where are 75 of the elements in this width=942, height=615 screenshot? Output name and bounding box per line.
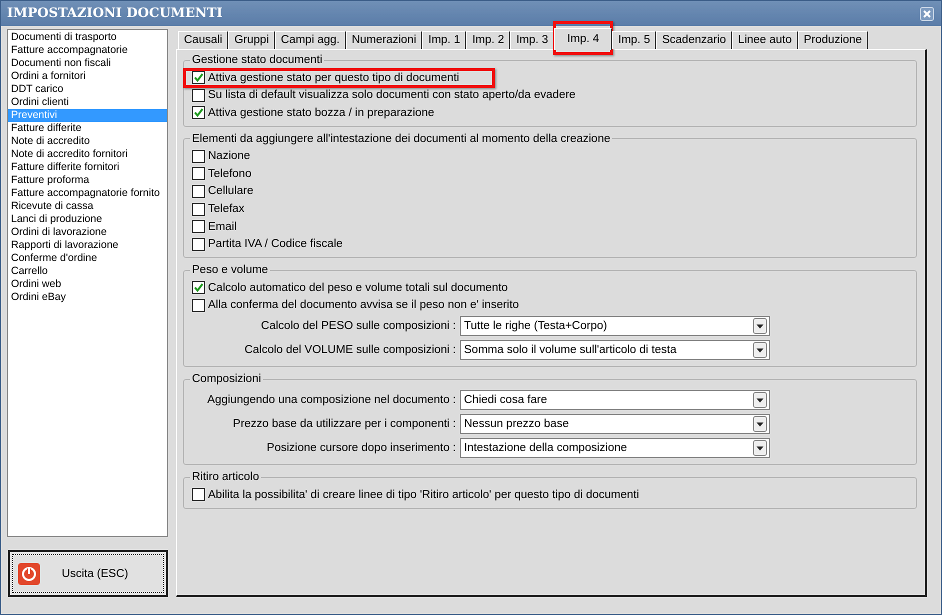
dropdown[interactable]: Nessun prezzo base (460, 414, 770, 434)
dropdown[interactable]: Somma solo il volume sull'articolo di testa (460, 340, 770, 360)
checkbox-label: Email (208, 220, 237, 233)
checkbox[interactable] (192, 220, 205, 234)
list-item[interactable]: Carrello (8, 265, 167, 278)
checkbox[interactable] (192, 71, 205, 84)
list-item[interactable]: Documenti non fiscali (8, 57, 167, 70)
tab[interactable]: Scadenzario (656, 31, 732, 49)
list-item[interactable]: Note di accredito fornitori (8, 148, 167, 161)
checkbox-label: Alla conferma del documento avvisa se il peso non e' inserito (208, 299, 519, 312)
list-item[interactable]: Documenti di trasporto (8, 31, 167, 44)
tab[interactable]: Imp. 5 (612, 31, 656, 49)
dropdown[interactable]: Chiedi cosa fare (460, 390, 770, 410)
list-item[interactable]: Fatture accompagnatorie fornito (8, 187, 167, 200)
checkbox[interactable] (192, 281, 205, 294)
checkbox[interactable] (192, 167, 205, 180)
group-title: Peso e volume (191, 264, 270, 276)
field-label: Prezzo base da utilizzare per i componenti : (232, 418, 457, 430)
checkbox-label: Partita IVA / Codice fiscale (208, 238, 343, 250)
field-label: Calcolo del VOLUME sulle composizioni : (243, 344, 457, 356)
group-title: Elementi da aggiungere all'intestazione dei documenti al momento della creazione (191, 132, 612, 144)
checkbox[interactable] (192, 202, 205, 216)
list-item[interactable]: Ordini clienti (8, 96, 167, 109)
list-item[interactable]: Ordini a fornitori (8, 70, 167, 83)
group-title: Gestione stato documenti (191, 54, 324, 66)
list-item[interactable]: DDT carico (8, 83, 167, 96)
field-label: Aggiungendo una composizione nel documento : (206, 394, 457, 406)
window-title: IMPOSTAZIONI DOCUMENTI (7, 6, 223, 21)
checkbox[interactable] (192, 488, 205, 502)
list-item[interactable]: Ricevute di cassa (8, 200, 167, 213)
tab[interactable]: Imp. 4 (554, 28, 612, 50)
list-item[interactable]: Ordini eBay (8, 291, 167, 304)
field-label: Posizione cursore dopo inserimento : (266, 442, 457, 454)
list-item[interactable]: Ordini web (8, 278, 167, 291)
checkbox-label: Attiva gestione stato bozza / in preparazione (208, 106, 434, 119)
tab[interactable]: Campi agg. (274, 31, 346, 49)
checkbox[interactable] (192, 184, 205, 198)
list-item[interactable]: Fatture differite (8, 122, 167, 135)
tab[interactable]: Causali (178, 31, 228, 49)
power-icon (18, 562, 40, 584)
list-item[interactable]: Lanci di produzione (8, 213, 167, 226)
checkbox[interactable] (192, 106, 205, 120)
tab[interactable]: Numerazioni (346, 31, 422, 49)
tab[interactable]: Imp. 3 (510, 31, 554, 49)
list-item[interactable]: Conferme d'ordine (8, 252, 167, 265)
checkbox[interactable] (192, 298, 205, 312)
checkbox-label: Calcolo automatico del peso e volume totali sul documento (208, 282, 508, 294)
checkbox[interactable] (192, 88, 205, 102)
list-item[interactable]: Fatture proforma (8, 174, 167, 187)
checkbox-label: Nazione (208, 150, 250, 162)
checkbox-label: Telefono (208, 168, 252, 180)
list-item[interactable]: Note di accredito (8, 135, 167, 148)
checkbox-label: Attiva gestione stato per questo tipo di documenti (208, 72, 460, 84)
dropdown[interactable]: Intestazione della composizione (460, 438, 770, 458)
group-title: Ritiro articolo (191, 471, 260, 484)
group-title: Composizioni (191, 373, 262, 386)
checkbox[interactable] (192, 238, 205, 251)
tab[interactable]: Gruppi (228, 31, 275, 49)
checkbox-label: Su lista di default visualizza solo documenti con stato aperto/da evadere (208, 89, 576, 102)
list-item[interactable]: Fatture accompagnatorie (8, 44, 167, 57)
checkbox-label: Cellulare (208, 185, 254, 198)
tab[interactable]: Produzione (798, 31, 868, 49)
dropdown[interactable]: Tutte le righe (Testa+Corpo) (460, 316, 770, 336)
list-item[interactable]: Ordini di lavorazione (8, 226, 167, 239)
checkbox-label: Abilita la possibilita' di creare linee di tipo 'Ritiro articolo' per questo tipo di documenti (208, 488, 640, 501)
checkbox[interactable] (192, 150, 205, 163)
checkbox-label: Telefax (208, 203, 244, 216)
close-icon[interactable] (920, 6, 934, 20)
list-item[interactable]: Rapporti di lavorazione (8, 239, 167, 252)
exit-button[interactable]: Uscita (ESC) (8, 550, 168, 597)
list-item[interactable]: Fatture differite fornitori (8, 161, 167, 174)
tab[interactable]: Imp. 1 (422, 31, 466, 49)
field-label: Calcolo del PESO sulle composizioni : (260, 320, 457, 332)
tab[interactable]: Linee auto (732, 31, 798, 49)
tab[interactable]: Imp. 2 (466, 31, 510, 49)
